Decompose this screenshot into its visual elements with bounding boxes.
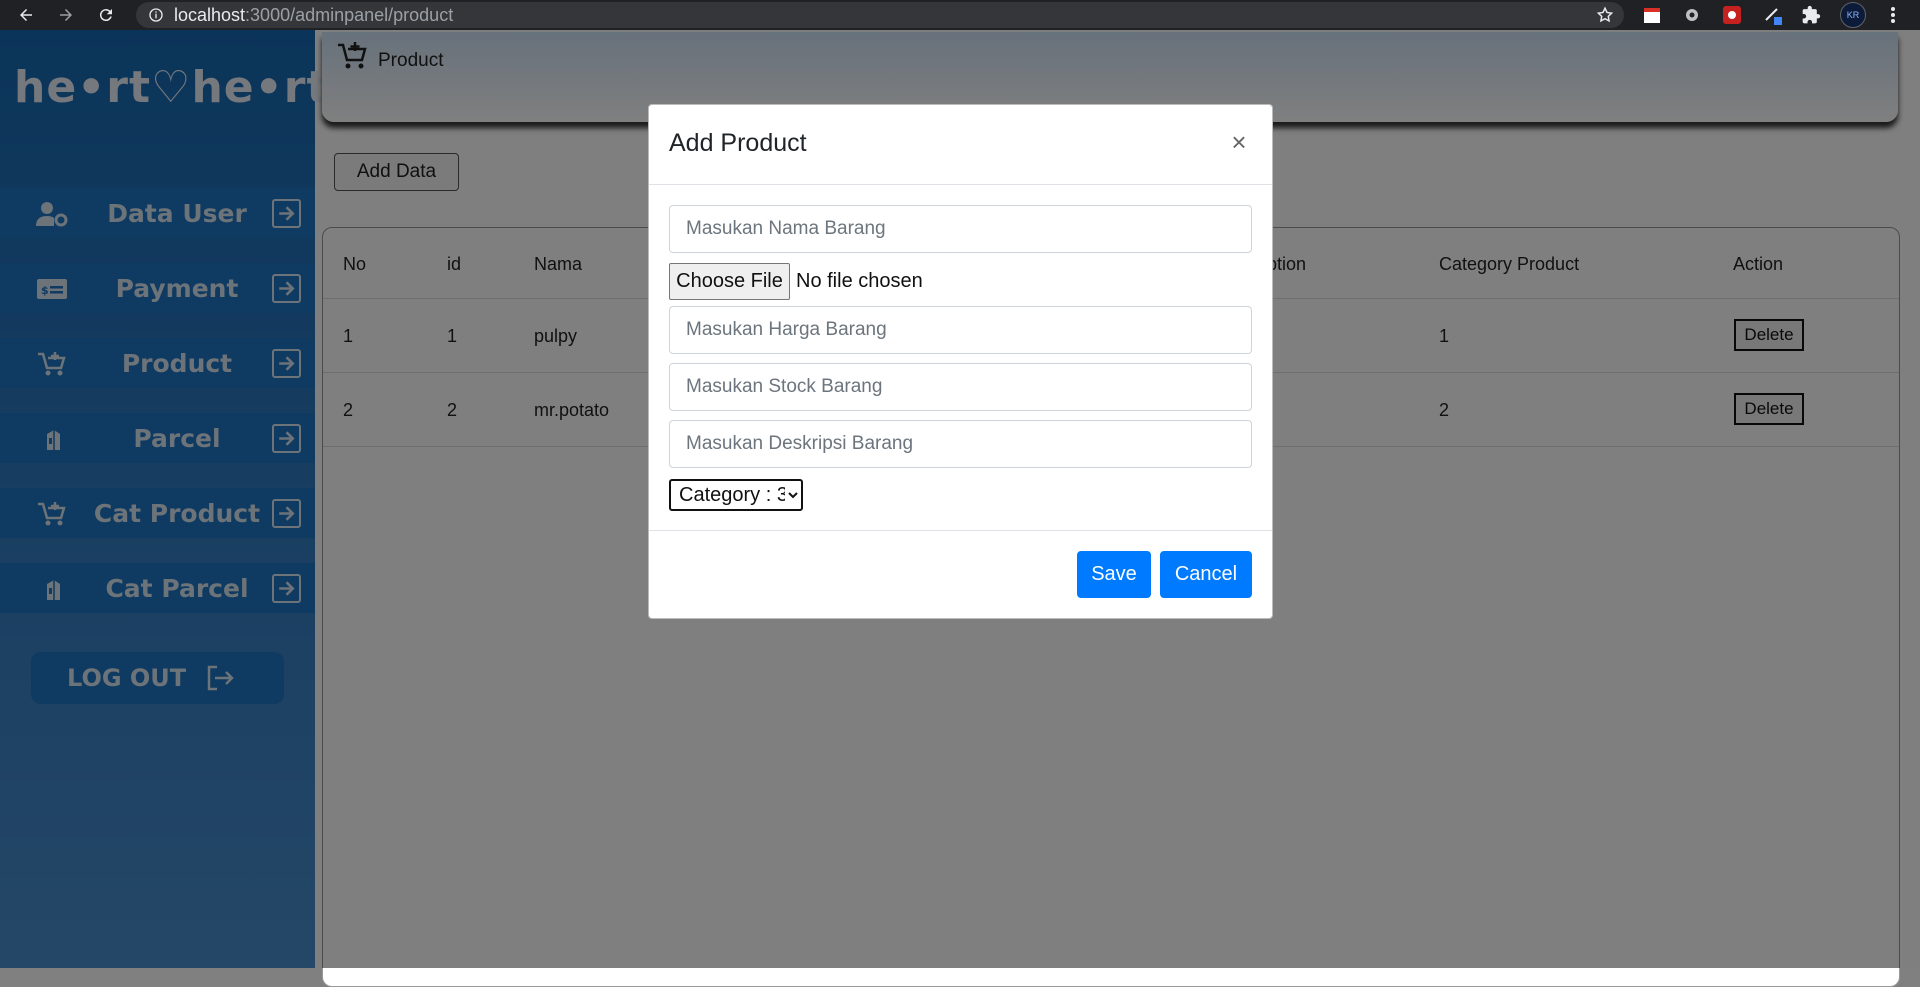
url-text: localhost:3000/adminpanel/product <box>174 5 453 26</box>
file-picker: Choose File No file chosen <box>669 262 923 300</box>
url-host: localhost <box>174 4 246 25</box>
file-status: No file chosen <box>796 269 923 292</box>
choose-file-button[interactable]: Choose File <box>669 262 790 300</box>
browser-toolbar: localhost:3000/adminpanel/product KR <box>0 0 1920 30</box>
modal-header-divider <box>649 184 1272 185</box>
browser-menu-icon[interactable] <box>1882 4 1904 26</box>
admin-page: he•rt♡he•rt Data User $ Payment Product … <box>0 30 1920 987</box>
harga-barang-input[interactable] <box>669 306 1252 354</box>
address-bar[interactable]: localhost:3000/adminpanel/product <box>136 2 1624 28</box>
add-product-modal: Add Product × Choose File No file chosen… <box>648 104 1273 619</box>
extension-gear-icon[interactable] <box>1681 4 1703 26</box>
extension-calendar-icon[interactable] <box>1641 4 1663 26</box>
close-icon[interactable]: × <box>1227 127 1251 157</box>
site-info-icon[interactable] <box>148 7 164 23</box>
modal-footer-divider <box>649 530 1272 531</box>
avatar-initials: KR <box>1846 10 1860 20</box>
extension-pen-icon[interactable] <box>1762 4 1784 26</box>
extensions-puzzle-icon[interactable] <box>1800 4 1822 26</box>
back-icon[interactable] <box>14 3 38 27</box>
profile-avatar[interactable]: KR <box>1840 2 1866 28</box>
cancel-button[interactable]: Cancel <box>1160 551 1252 598</box>
stock-barang-input[interactable] <box>669 363 1252 411</box>
nama-barang-input[interactable] <box>669 205 1252 253</box>
deskripsi-barang-input[interactable] <box>669 420 1252 468</box>
reload-icon[interactable] <box>94 3 118 27</box>
bookmark-star-icon[interactable] <box>1596 6 1614 24</box>
save-button[interactable]: Save <box>1077 551 1151 598</box>
extension-red-icon[interactable] <box>1721 4 1743 26</box>
category-select[interactable]: Category : 3 <box>669 479 803 511</box>
modal-title: Add Product <box>669 129 807 157</box>
url-path: :3000/adminpanel/product <box>245 4 454 25</box>
forward-icon[interactable] <box>54 3 78 27</box>
